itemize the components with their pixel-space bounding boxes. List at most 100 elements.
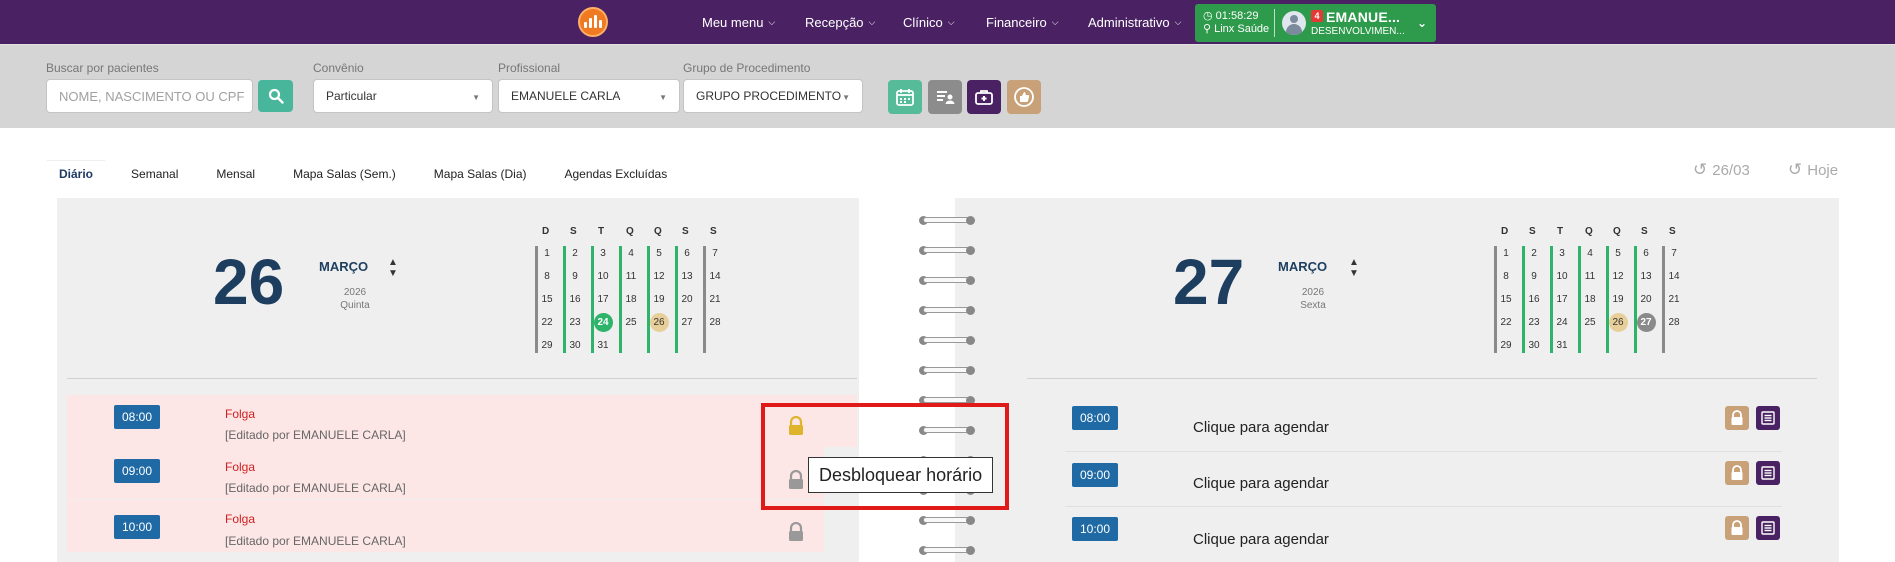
tab-mapa-salas-dia[interactable]: Mapa Salas (Dia) bbox=[422, 161, 539, 186]
slot-schedule-text[interactable]: Clique para agendar bbox=[1193, 419, 1329, 436]
grupo-select[interactable]: GRUPO PROCEDIMENTO ▼ bbox=[683, 79, 863, 113]
calendar-day[interactable]: 4 bbox=[1581, 248, 1599, 259]
slot-schedule-text[interactable]: Clique para agendar bbox=[1193, 475, 1329, 492]
calendar-day[interactable]: 14 bbox=[1665, 271, 1683, 282]
calendar-day[interactable]: 7 bbox=[1665, 248, 1683, 259]
search-button[interactable] bbox=[258, 80, 293, 112]
details-button[interactable] bbox=[1756, 406, 1780, 430]
calendar-day[interactable]: 25 bbox=[622, 317, 640, 328]
calendar-day[interactable]: 3 bbox=[594, 248, 612, 259]
patient-list-button[interactable] bbox=[928, 80, 962, 114]
slot-row[interactable]: 10:00 Clique para agendar bbox=[1065, 510, 1782, 562]
block-slot-button[interactable] bbox=[1725, 406, 1749, 430]
calendar-day[interactable]: 5 bbox=[650, 248, 668, 259]
calendar-button[interactable] bbox=[888, 80, 922, 114]
calendar-day[interactable]: 28 bbox=[706, 317, 724, 328]
menu-financeiro[interactable]: Financeiro ⌵ bbox=[986, 0, 1059, 44]
calendar-day[interactable]: 22 bbox=[1497, 317, 1515, 328]
thumbs-up-button[interactable] bbox=[1007, 80, 1041, 114]
calendar-day[interactable]: 13 bbox=[1637, 271, 1655, 282]
calendar-day[interactable]: 1 bbox=[1497, 248, 1515, 259]
calendar-day[interactable]: 10 bbox=[594, 271, 612, 282]
details-button[interactable] bbox=[1756, 461, 1780, 485]
calendar-day[interactable]: 9 bbox=[566, 271, 584, 282]
calendar-day[interactable]: 12 bbox=[1609, 271, 1627, 282]
tab-semanal[interactable]: Semanal bbox=[119, 161, 190, 186]
calendar-day[interactable]: 17 bbox=[1553, 294, 1571, 305]
calendar-day[interactable]: 12 bbox=[650, 271, 668, 282]
menu-recepcao[interactable]: Recepção ⌵ bbox=[805, 0, 875, 44]
calendar-day[interactable]: 6 bbox=[678, 248, 696, 259]
calendar-day[interactable]: 24 bbox=[594, 317, 612, 328]
details-button[interactable] bbox=[1756, 516, 1780, 540]
menu-meu-menu[interactable]: Meu menu ⌵ bbox=[702, 0, 775, 44]
calendar-day[interactable]: 19 bbox=[1609, 294, 1627, 305]
calendar-day[interactable]: 16 bbox=[566, 294, 584, 305]
calendar-day[interactable]: 7 bbox=[706, 248, 724, 259]
calendar-day[interactable]: 31 bbox=[1553, 340, 1571, 351]
user-menu[interactable]: ◷ 01:58:29 ⚲ Linx Saúde 4 EMANUE... DESE… bbox=[1195, 4, 1436, 42]
calendar-day[interactable]: 26 bbox=[1609, 317, 1627, 328]
app-logo-icon[interactable] bbox=[578, 7, 608, 37]
calendar-day[interactable]: 21 bbox=[706, 294, 724, 305]
chevron-down-icon[interactable]: ⌄ bbox=[1417, 16, 1427, 30]
calendar-day[interactable]: 3 bbox=[1553, 248, 1571, 259]
calendar-day[interactable]: 29 bbox=[538, 340, 556, 351]
calendar-day[interactable]: 4 bbox=[622, 248, 640, 259]
back-to-date-button[interactable]: ↺ 26/03 bbox=[1693, 160, 1750, 180]
slot-row[interactable]: 09:00 Folga [Editado por EMANUELE CARLA] bbox=[67, 447, 824, 499]
slot-row[interactable]: 10:00 Folga [Editado por EMANUELE CARLA] bbox=[67, 500, 824, 552]
calendar-day[interactable]: 1 bbox=[538, 248, 556, 259]
calendar-day[interactable]: 16 bbox=[1525, 294, 1543, 305]
calendar-day[interactable]: 2 bbox=[1525, 248, 1543, 259]
today-button[interactable]: ↺ Hoje bbox=[1788, 160, 1838, 180]
tab-mensal[interactable]: Mensal bbox=[204, 161, 267, 186]
search-input[interactable]: NOME, NASCIMENTO OU CPF bbox=[46, 79, 253, 113]
menu-clinico[interactable]: Clínico ⌵ bbox=[903, 0, 955, 44]
calendar-day[interactable]: 25 bbox=[1581, 317, 1599, 328]
calendar-day[interactable]: 20 bbox=[678, 294, 696, 305]
calendar-day[interactable]: 2 bbox=[566, 248, 584, 259]
tab-agendas-excluidas[interactable]: Agendas Excluídas bbox=[552, 161, 679, 186]
calendar-day[interactable]: 5 bbox=[1609, 248, 1627, 259]
menu-administrativo[interactable]: Administrativo ⌵ bbox=[1088, 0, 1181, 44]
lock-icon[interactable] bbox=[787, 522, 805, 542]
calendar-day[interactable]: 22 bbox=[538, 317, 556, 328]
calendar-day[interactable]: 20 bbox=[1637, 294, 1655, 305]
calendar-day[interactable]: 28 bbox=[1665, 317, 1683, 328]
profissional-select[interactable]: EMANUELE CARLA ▼ bbox=[498, 79, 680, 113]
sort-arrows-icon[interactable]: ▲ ▼ bbox=[388, 257, 398, 279]
calendar-day[interactable]: 9 bbox=[1525, 271, 1543, 282]
block-slot-button[interactable] bbox=[1725, 461, 1749, 485]
calendar-day[interactable]: 18 bbox=[622, 294, 640, 305]
calendar-day[interactable]: 24 bbox=[1553, 317, 1571, 328]
calendar-day[interactable]: 23 bbox=[566, 317, 584, 328]
block-slot-button[interactable] bbox=[1725, 516, 1749, 540]
calendar-day[interactable]: 11 bbox=[1581, 271, 1599, 282]
calendar-day[interactable]: 21 bbox=[1665, 294, 1683, 305]
slot-schedule-text[interactable]: Clique para agendar bbox=[1193, 531, 1329, 548]
medical-bag-button[interactable] bbox=[967, 80, 1001, 114]
calendar-day[interactable]: 27 bbox=[1637, 317, 1655, 328]
notification-badge[interactable]: 4 bbox=[1311, 10, 1323, 22]
slot-row[interactable]: 08:00 Clique para agendar bbox=[1065, 400, 1782, 452]
calendar-day[interactable]: 29 bbox=[1497, 340, 1515, 351]
convenio-select[interactable]: Particular ▼ bbox=[313, 79, 493, 113]
tab-mapa-salas-sem[interactable]: Mapa Salas (Sem.) bbox=[281, 161, 408, 186]
calendar-day[interactable]: 26 bbox=[650, 317, 668, 328]
calendar-day[interactable]: 18 bbox=[1581, 294, 1599, 305]
calendar-day[interactable]: 8 bbox=[1497, 271, 1515, 282]
calendar-day[interactable]: 8 bbox=[538, 271, 556, 282]
slot-row[interactable]: 09:00 Clique para agendar bbox=[1065, 455, 1782, 507]
sort-arrows-icon[interactable]: ▲ ▼ bbox=[1349, 257, 1359, 279]
calendar-day[interactable]: 23 bbox=[1525, 317, 1543, 328]
calendar-day[interactable]: 27 bbox=[678, 317, 696, 328]
tab-diario[interactable]: Diário bbox=[47, 161, 106, 186]
calendar-day[interactable]: 14 bbox=[706, 271, 724, 282]
calendar-day[interactable]: 17 bbox=[594, 294, 612, 305]
slot-row[interactable]: 08:00 Folga [Editado por EMANUELE CARLA] bbox=[67, 395, 857, 447]
calendar-day[interactable]: 31 bbox=[594, 340, 612, 351]
calendar-day[interactable]: 6 bbox=[1637, 248, 1655, 259]
calendar-day[interactable]: 10 bbox=[1553, 271, 1571, 282]
calendar-day[interactable]: 13 bbox=[678, 271, 696, 282]
